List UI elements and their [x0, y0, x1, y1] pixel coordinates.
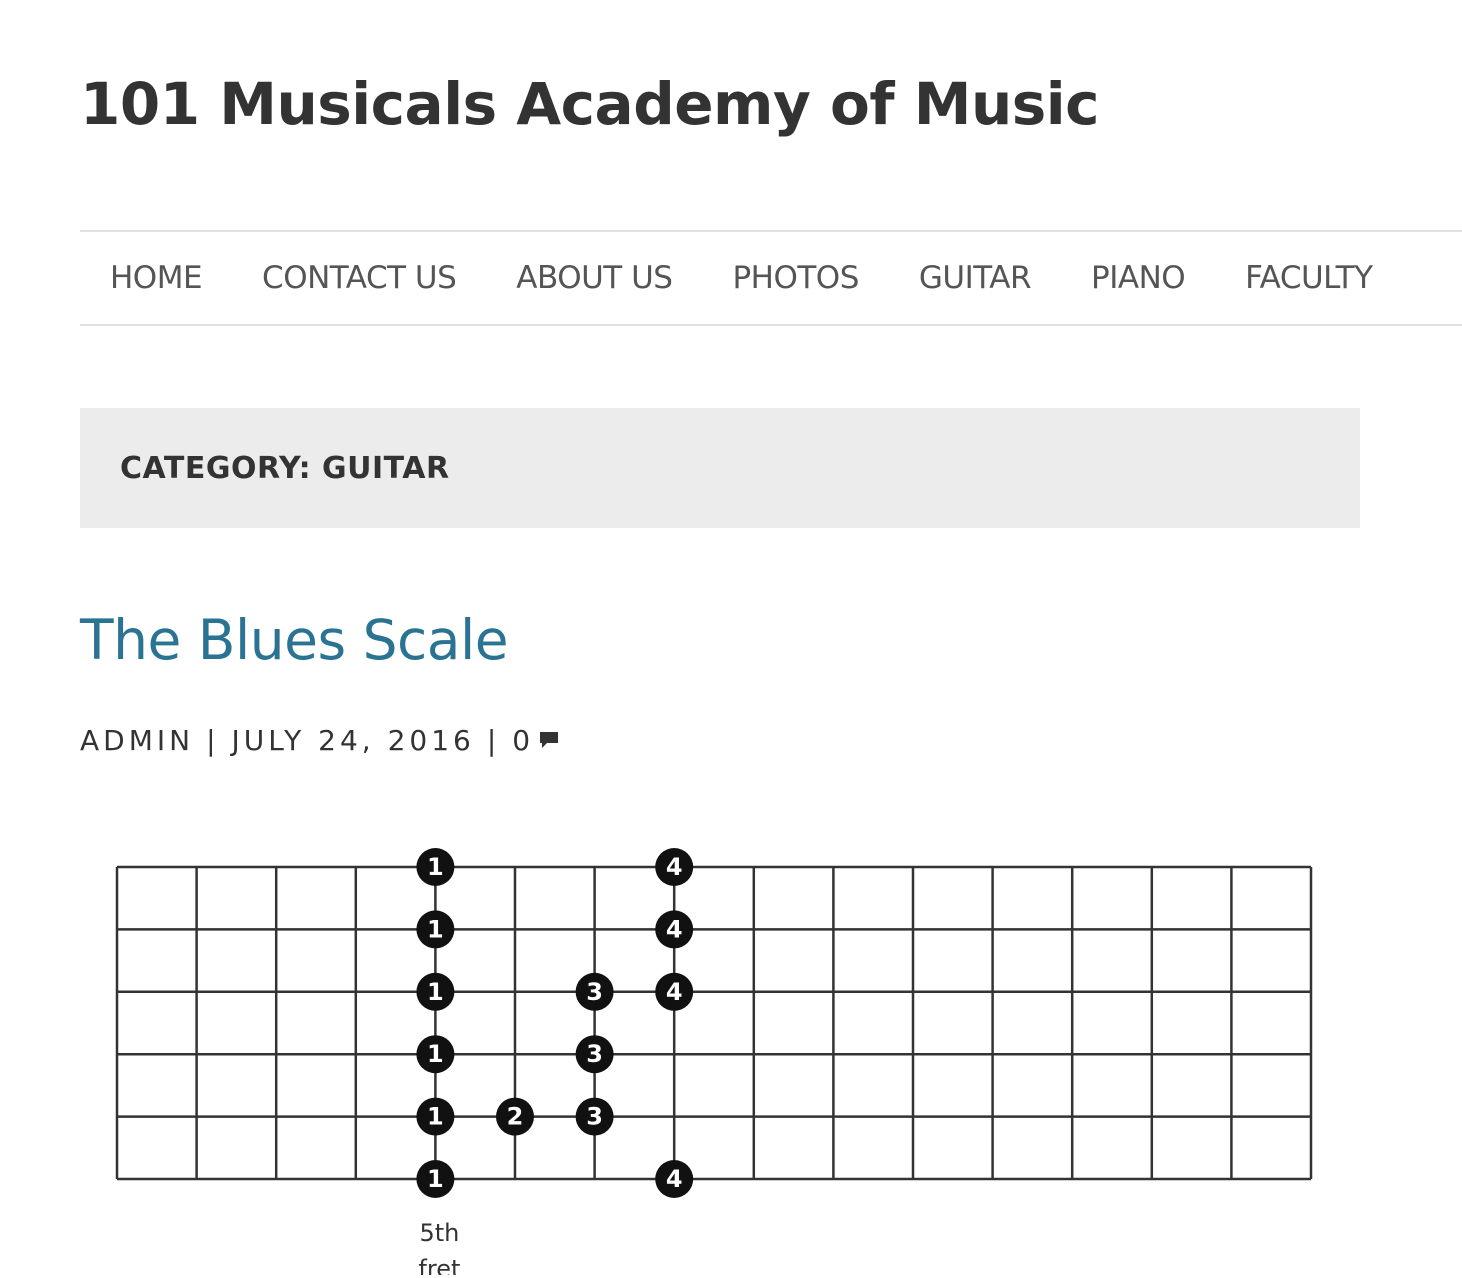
nav-item-faculty[interactable]: FACULTY — [1215, 260, 1402, 296]
finger-note-dot: 1 — [416, 1035, 455, 1074]
post-meta: ADMIN | JULY 24, 2016 | 0 — [80, 724, 560, 757]
comment-count-link[interactable]: 0 — [512, 724, 560, 757]
finger-number: 1 — [427, 853, 444, 881]
category-title: CATEGORY: GUITAR — [120, 450, 450, 486]
finger-number: 1 — [427, 915, 444, 943]
nav-item-about-us[interactable]: ABOUT US — [486, 260, 702, 296]
finger-note-dot: 1 — [416, 848, 455, 886]
finger-note-dot: 1 — [416, 910, 455, 949]
post-date-link[interactable]: JULY 24, 2016 — [232, 724, 475, 757]
finger-number: 4 — [666, 1165, 683, 1193]
fret-marker-label-line2: fret — [418, 1255, 460, 1275]
speech-bubble-icon — [538, 724, 560, 757]
finger-number: 1 — [427, 978, 444, 1006]
blues-scale-fretboard-diagram: 1 4 1 4 1 3 4 1 3 1 2 3 1 4 5th fret — [115, 848, 1313, 1275]
meta-separator: | — [206, 724, 220, 757]
finger-number: 4 — [666, 853, 683, 881]
nav-item-piano[interactable]: PIANO — [1061, 260, 1215, 296]
finger-note-dot: 1 — [416, 972, 455, 1011]
nav-item-home[interactable]: HOME — [80, 260, 232, 296]
finger-note-dot: 4 — [655, 972, 694, 1011]
comment-count: 0 — [512, 724, 535, 757]
nav-list: HOME CONTACT US ABOUT US PHOTOS GUITAR P… — [80, 232, 1462, 324]
finger-number: 1 — [427, 1040, 444, 1068]
finger-note-dot: 3 — [575, 1097, 614, 1136]
finger-note-dot: 3 — [575, 972, 614, 1011]
finger-note-dot: 1 — [416, 1097, 455, 1136]
finger-number: 1 — [427, 1103, 444, 1131]
post-author-link[interactable]: ADMIN — [80, 724, 194, 757]
finger-note-dot: 3 — [575, 1035, 614, 1074]
category-header: CATEGORY: GUITAR — [80, 408, 1360, 528]
finger-note-dot: 4 — [655, 1160, 694, 1198]
finger-note-dot: 4 — [655, 910, 694, 949]
site-title[interactable]: 101 Musicals Academy of Music — [80, 70, 1100, 140]
post-title-link[interactable]: The Blues Scale — [80, 607, 509, 673]
finger-number: 4 — [666, 978, 683, 1006]
fret-marker-label-line1: 5th — [419, 1219, 459, 1247]
finger-number: 4 — [666, 915, 683, 943]
finger-number: 3 — [586, 1103, 603, 1131]
finger-number: 1 — [427, 1165, 444, 1193]
finger-note-dot: 1 — [416, 1160, 455, 1198]
finger-number: 3 — [586, 978, 603, 1006]
main-navigation: HOME CONTACT US ABOUT US PHOTOS GUITAR P… — [80, 230, 1462, 326]
finger-number: 3 — [586, 1040, 603, 1068]
nav-item-photos[interactable]: PHOTOS — [702, 260, 888, 296]
finger-note-dot: 4 — [655, 848, 694, 886]
nav-item-guitar[interactable]: GUITAR — [889, 260, 1061, 296]
finger-note-dot: 2 — [496, 1097, 534, 1136]
finger-number: 2 — [507, 1103, 524, 1131]
nav-item-contact-us[interactable]: CONTACT US — [232, 260, 486, 296]
meta-separator: | — [486, 724, 501, 757]
